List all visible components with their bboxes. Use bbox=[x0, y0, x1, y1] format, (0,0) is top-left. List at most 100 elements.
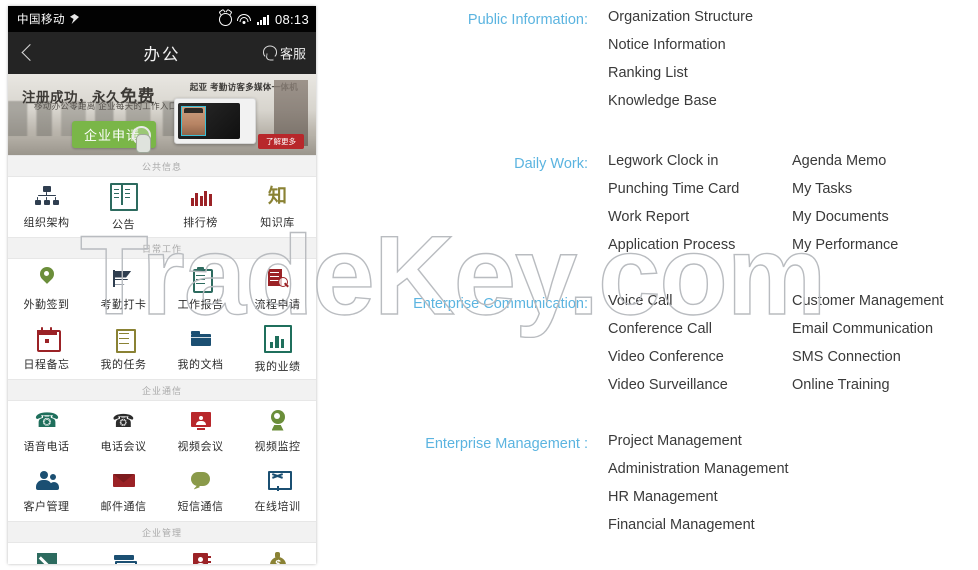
grid-item-label: 客户管理 bbox=[23, 500, 70, 513]
feature-group-heading: Daily Work: bbox=[514, 156, 588, 172]
grid-item-org-structure[interactable]: 组织架构 bbox=[8, 177, 85, 237]
announcement-book-icon bbox=[109, 182, 138, 211]
feature-item: Online Training bbox=[792, 377, 890, 393]
feature-item: Work Report bbox=[608, 209, 690, 225]
document-search-icon bbox=[266, 267, 290, 291]
grid-item-ranking-list[interactable]: 排行榜 bbox=[162, 177, 239, 237]
icon-grid-enterprise-communication: ☎ 语音电话 ☎ 电话会议 视频会议 视频监控 客户管理 邮件通信 短信通信 在… bbox=[8, 401, 316, 521]
grid-item-label: 在线培训 bbox=[254, 500, 301, 513]
feature-item: Conference Call bbox=[608, 321, 712, 337]
section-band-enterprise-communication: 企业通信 bbox=[8, 379, 316, 401]
grid-item-label: 公告 bbox=[112, 218, 135, 231]
grid-item-financial-management[interactable]: $ 财务管理 bbox=[239, 543, 316, 564]
grid-item-legwork-clock-in[interactable]: 外勤签到 bbox=[8, 259, 85, 319]
grid-item-project-management[interactable]: 项目管理 bbox=[8, 543, 85, 564]
phone-handset-icon: ☎ bbox=[34, 409, 60, 432]
grid-item-video-conference[interactable]: 视频会议 bbox=[162, 401, 239, 461]
clipboard-icon bbox=[189, 266, 213, 293]
grid-item-knowledge-base[interactable]: 知 知识库 bbox=[239, 177, 316, 237]
feature-column-secondary: Customer Management Email Communication … bbox=[792, 287, 944, 399]
screenshot-root: 中国移动 08:13 办公 客服 注册成功，永久免费 移动办公零距离 企业每天的… bbox=[0, 0, 978, 570]
feature-group-heading: Public Information: bbox=[467, 12, 588, 28]
feature-item: Application Process bbox=[608, 237, 736, 253]
grid-item-work-report[interactable]: 工作报告 bbox=[162, 259, 239, 319]
grid-item-administration-management[interactable]: 行政管理 bbox=[85, 543, 162, 564]
grid-item-label: 邮件通信 bbox=[100, 500, 147, 513]
speech-bubble-icon bbox=[189, 469, 213, 493]
section-band-daily-work: 日常工作 bbox=[8, 237, 316, 259]
signal-bars-icon bbox=[256, 14, 269, 25]
promo-banner[interactable]: 注册成功，永久免费 移动办公零距离 企业每天的工作入口 企业申请 起亚 考勤访客… bbox=[8, 74, 316, 155]
feature-item: Video Surveillance bbox=[608, 377, 728, 393]
status-bar: 中国移动 08:13 bbox=[8, 6, 316, 32]
grid-item-label: 流程申请 bbox=[254, 298, 301, 311]
grid-item-label: 视频监控 bbox=[254, 440, 301, 453]
feature-item: Customer Management bbox=[792, 293, 944, 309]
grid-item-label: 知识库 bbox=[260, 216, 295, 229]
feature-item: Project Management bbox=[608, 433, 742, 449]
customer-service-button[interactable]: 客服 bbox=[262, 44, 306, 63]
grid-item-sms-connection[interactable]: 短信通信 bbox=[162, 461, 239, 521]
grid-item-label: 组织架构 bbox=[23, 216, 70, 229]
grid-item-my-documents[interactable]: 我的文档 bbox=[162, 319, 239, 379]
alarm-icon bbox=[218, 12, 232, 26]
feature-column-secondary: Agenda Memo My Tasks My Documents My Per… bbox=[792, 147, 898, 259]
grid-item-label: 考勤打卡 bbox=[100, 298, 147, 311]
grid-item-label: 工作报告 bbox=[177, 298, 224, 311]
feature-column-primary: Voice Call Conference Call Video Confere… bbox=[608, 287, 728, 399]
grid-item-agenda-memo[interactable]: 日程备忘 bbox=[8, 319, 85, 379]
learn-more-button[interactable]: 了解更多 bbox=[258, 134, 304, 149]
status-indicators: 08:13 bbox=[218, 6, 309, 32]
feature-item: Video Conference bbox=[608, 349, 724, 365]
grid-item-punching-time-card[interactable]: 考勤打卡 bbox=[85, 259, 162, 319]
envelope-icon bbox=[112, 469, 136, 493]
grid-item-label: 语音电话 bbox=[23, 440, 70, 453]
folder-icon bbox=[189, 327, 213, 351]
video-conference-icon bbox=[189, 409, 213, 433]
feature-item: Ranking List bbox=[608, 65, 688, 81]
grid-item-online-training[interactable]: 在线培训 bbox=[239, 461, 316, 521]
grid-item-my-tasks[interactable]: 我的任务 bbox=[85, 319, 162, 379]
grid-item-email-communication[interactable]: 邮件通信 bbox=[85, 461, 162, 521]
grid-item-application-process[interactable]: 流程申请 bbox=[239, 259, 316, 319]
admin-drawer-icon bbox=[112, 551, 137, 564]
calendar-icon bbox=[35, 326, 61, 352]
feature-item: My Tasks bbox=[792, 181, 853, 197]
grid-item-label: 电话会议 bbox=[100, 440, 147, 453]
grid-item-my-performance[interactable]: 我的业绩 bbox=[239, 319, 316, 379]
grid-item-video-surveillance[interactable]: 视频监控 bbox=[239, 401, 316, 461]
feature-item: Voice Call bbox=[608, 293, 673, 309]
feature-item: Email Communication bbox=[792, 321, 934, 337]
carrier-label: 中国移动 bbox=[17, 14, 65, 26]
feature-item: HR Management bbox=[608, 489, 718, 505]
section-band-enterprise-management: 企业管理 bbox=[8, 521, 316, 543]
org-chart-icon bbox=[34, 185, 59, 209]
section-band-public-information: 公共信息 bbox=[8, 155, 316, 177]
feature-group-heading: Enterprise Communication: bbox=[413, 296, 588, 312]
ranking-bars-icon bbox=[189, 185, 213, 209]
customer-users-icon bbox=[35, 469, 59, 493]
surveillance-camera-icon bbox=[266, 409, 290, 433]
grid-item-label: 视频会议 bbox=[177, 440, 224, 453]
icon-grid-daily-work: 外勤签到 考勤打卡 工作报告 流程申请 日程备忘 我的任务 我的文档 我的业绩 bbox=[8, 259, 316, 379]
hr-badge-icon bbox=[189, 551, 213, 564]
project-pen-icon bbox=[35, 551, 59, 564]
grid-item-customer-management[interactable]: 客户管理 bbox=[8, 461, 85, 521]
grid-item-label: 我的业绩 bbox=[254, 360, 301, 373]
grid-item-label: 排行榜 bbox=[183, 216, 218, 229]
feature-column-primary: Project Management Administration Manage… bbox=[608, 427, 789, 539]
feature-item: Knowledge Base bbox=[608, 93, 717, 109]
grid-item-label: 日程备忘 bbox=[23, 358, 70, 371]
presentation-board-icon bbox=[266, 469, 292, 493]
back-chevron-icon[interactable] bbox=[21, 44, 39, 61]
phone-ringing-icon: ☎ bbox=[112, 410, 135, 431]
grid-item-conference-call[interactable]: ☎ 电话会议 bbox=[85, 401, 162, 461]
grid-item-hr-management[interactable]: 人事管理 bbox=[162, 543, 239, 564]
headset-icon bbox=[262, 45, 277, 61]
grid-item-voice-call[interactable]: ☎ 语音电话 bbox=[8, 401, 85, 461]
feature-item: SMS Connection bbox=[792, 349, 901, 365]
grid-item-announcement[interactable]: 公告 bbox=[85, 177, 162, 237]
icon-grid-public-information: 组织架构 公告 排行榜 知 知识库 bbox=[8, 177, 316, 237]
grid-item-label: 外勤签到 bbox=[23, 298, 70, 311]
feature-item: Organization Structure bbox=[608, 9, 754, 25]
